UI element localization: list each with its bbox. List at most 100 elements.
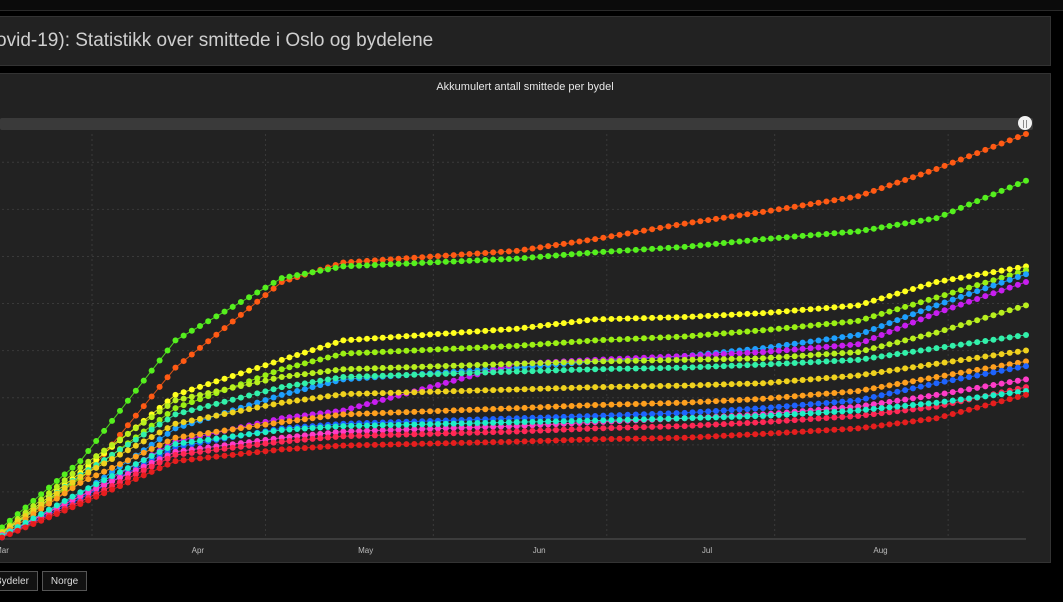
data-point [941,327,948,334]
data-point [521,428,528,435]
tab-bydeler[interactable]: Bydeler [0,571,38,591]
data-point [616,401,623,408]
data-point [966,153,973,160]
data-point [403,372,410,379]
data-point [148,453,155,460]
data-point [982,314,989,321]
data-point [831,399,838,406]
data-point [616,247,623,254]
data-point [736,420,743,427]
data-point [116,483,123,490]
data-point [213,453,220,460]
data-point [363,373,370,380]
data-point [140,403,147,410]
data-point [807,410,814,417]
data-point [624,424,631,431]
data-point [736,413,743,420]
data-point [886,293,893,299]
data-point [616,365,623,372]
data-point [529,254,536,261]
data-point [720,240,727,247]
data-point [229,396,236,403]
data-point [713,312,720,319]
data-point [482,257,489,264]
data-point [482,369,489,376]
data-point [957,156,964,163]
data-point [839,413,846,420]
data-point [713,363,720,370]
tab-norge[interactable]: Norge [41,571,88,591]
data-point [213,446,220,453]
data-point [925,281,932,288]
data-point [933,166,940,173]
data-point [458,387,465,394]
data-point [791,417,798,424]
data-point [466,429,473,436]
data-point [807,338,814,345]
data-point [132,387,139,394]
data-point [498,256,505,263]
data-point [855,317,862,324]
data-point [925,313,932,320]
data-point [482,406,489,413]
data-point [568,339,575,346]
data-point [902,337,909,344]
data-point [998,309,1005,316]
data-point [728,432,735,439]
data-point [649,383,656,390]
data-point [537,360,544,367]
series [0,358,1029,539]
data-point [831,320,838,327]
data-point [775,206,782,213]
data-point [870,187,877,194]
data-point [917,316,924,323]
data-point [894,306,901,313]
data-point [974,317,981,324]
data-point [713,331,720,338]
data-point [624,365,631,372]
data-point [132,461,139,468]
data-point [46,506,53,513]
data-point [254,404,261,411]
data-point [379,364,386,371]
data-point [649,357,656,364]
data-point [213,428,220,435]
data-point [799,345,806,352]
data-point [966,273,973,280]
data-point [878,383,885,390]
data-point [720,363,727,370]
data-point [521,254,528,261]
data-point [831,230,838,237]
data-point [681,399,688,406]
data-point [681,314,688,321]
data-point [982,353,989,360]
data-point [941,398,948,405]
data-point [61,484,68,491]
data-point [434,371,441,378]
data-point [348,432,355,439]
data-point [807,345,814,352]
data-point [93,464,100,471]
data-point [237,425,244,432]
data-point [799,410,806,417]
data-point [855,372,862,379]
data-point [254,430,261,437]
data-point [324,393,331,400]
data-point [513,255,520,262]
data-point [862,338,869,345]
data-point [608,233,615,240]
data-point [720,397,727,404]
data-point [600,401,607,408]
data-point [490,256,497,263]
data-point [705,414,712,421]
data-point [505,326,512,333]
data-point [799,401,806,408]
data-point [752,419,759,426]
data-point [791,233,798,240]
data-point [584,366,591,373]
data-point [1006,266,1013,273]
data-point [294,417,301,424]
data-point [767,354,774,361]
data-point [870,423,877,430]
data-point [286,398,293,405]
